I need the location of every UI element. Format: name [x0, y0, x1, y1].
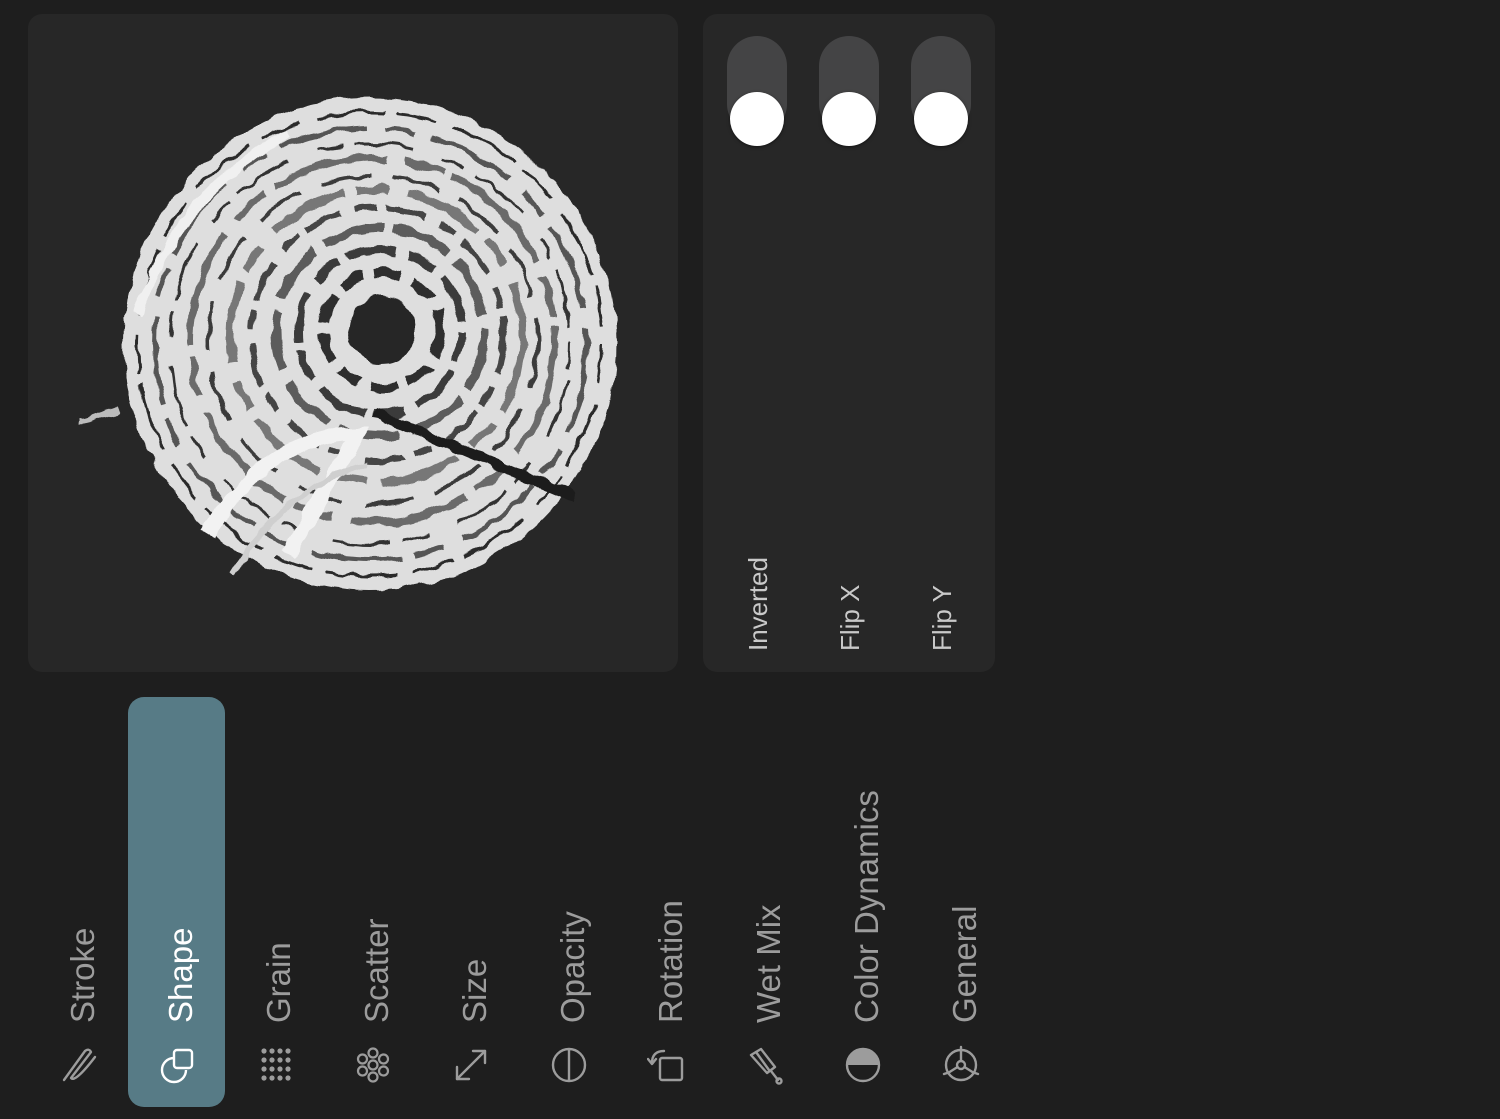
- nav-label: Rotation: [652, 900, 689, 1023]
- nav-label: Opacity: [554, 911, 591, 1023]
- rotation-icon: [647, 1045, 687, 1085]
- shape-icon: [157, 1045, 197, 1085]
- size-icon: [451, 1045, 491, 1085]
- flip-x-toggle[interactable]: [819, 36, 879, 146]
- brush-shape-image: [77, 98, 616, 590]
- flip-x-label: Flip X: [835, 584, 865, 651]
- nav-label: Size: [456, 958, 493, 1023]
- nav-item-wet-mix[interactable]: Wet Mix: [716, 697, 813, 1107]
- stroke-icon: [59, 1045, 99, 1085]
- color-dynamics-icon: [843, 1045, 883, 1085]
- nav-item-size[interactable]: Size: [422, 697, 519, 1107]
- flip-y-label: Flip Y: [927, 585, 957, 651]
- nav-label: Color Dynamics: [848, 790, 885, 1023]
- nav-item-scatter[interactable]: Scatter: [324, 697, 421, 1107]
- scatter-icon: [353, 1045, 393, 1085]
- nav-item-rotation[interactable]: Rotation: [618, 697, 715, 1107]
- toggle-knob: [914, 92, 968, 146]
- inverted-toggle[interactable]: [727, 36, 787, 146]
- wet-mix-icon: [745, 1045, 785, 1085]
- nav-item-grain[interactable]: Grain: [226, 697, 323, 1107]
- nav-label: Shape: [162, 927, 199, 1023]
- nav-item-color-dynamics[interactable]: Color Dynamics: [814, 697, 911, 1107]
- toggle-knob: [822, 92, 876, 146]
- toggle-knob: [730, 92, 784, 146]
- shape-preview-panel[interactable]: [28, 14, 678, 672]
- nav-label: Stroke: [64, 927, 101, 1023]
- nav-label: Grain: [260, 942, 297, 1023]
- flip-y-toggle[interactable]: [911, 36, 971, 146]
- nav-item-opacity[interactable]: Opacity: [520, 697, 617, 1107]
- nav-label: General: [946, 905, 983, 1023]
- nav-label: Wet Mix: [750, 904, 787, 1023]
- shape-options-panel: Inverted Flip X Flip Y: [703, 14, 995, 672]
- inverted-label: Inverted: [743, 557, 773, 651]
- nav-item-stroke[interactable]: Stroke: [30, 697, 127, 1107]
- nav-label: Scatter: [358, 918, 395, 1023]
- opacity-icon: [549, 1045, 589, 1085]
- grain-icon: [255, 1045, 295, 1085]
- nav-item-shape[interactable]: Shape: [128, 697, 225, 1107]
- nav-item-general[interactable]: General: [912, 697, 1009, 1107]
- general-icon: [941, 1045, 981, 1085]
